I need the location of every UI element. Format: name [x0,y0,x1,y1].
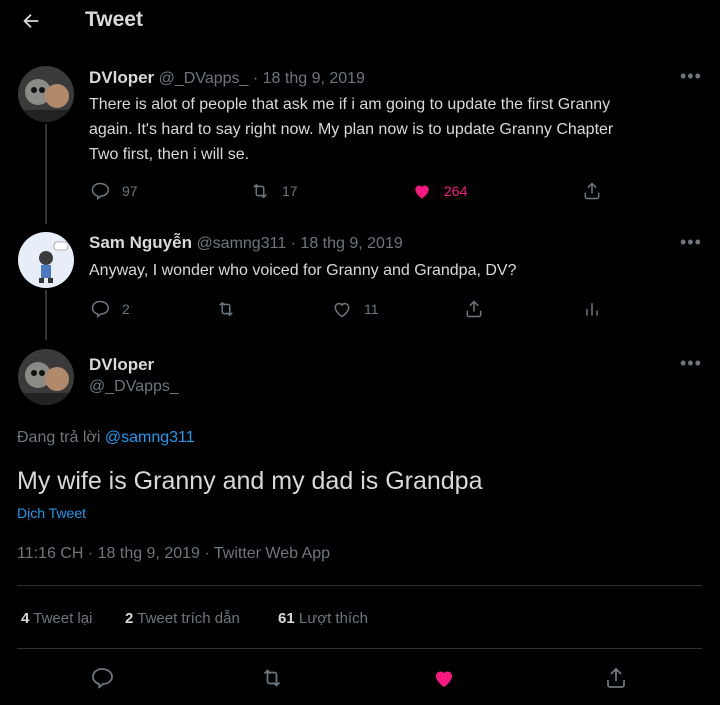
like-button[interactable] [432,666,456,695]
share-button[interactable] [582,181,602,201]
heart-filled-icon [436,671,452,687]
page-title: Tweet [85,8,143,31]
divider [17,585,702,586]
analytics-button[interactable] [582,299,602,319]
reply-icon [91,182,110,201]
reply-button[interactable]: 97 [90,181,138,201]
reply-icon [91,300,110,319]
author-name[interactable]: Sam Nguyễn [89,233,192,252]
author-handle[interactable]: @_DVapps_ [89,378,179,396]
analytics-icon [586,303,598,316]
reply-icon [92,668,113,689]
retweet-button[interactable] [216,299,236,319]
share-button[interactable] [464,299,484,319]
avatar[interactable] [18,66,74,122]
quotes-stat[interactable]: 2 Tweet trích dẫn [125,610,240,627]
more-options-icon[interactable]: ••• [680,353,702,374]
heart-filled-icon [415,185,429,199]
tweet-text: There is alot of people that ask me if i… [89,96,614,163]
retweet-icon [263,669,281,687]
like-button[interactable]: 264 [412,181,467,201]
handle-date[interactable]: @samng311 · 18 thg 9, 2019 [196,235,402,252]
share-icon [584,182,600,200]
divider [17,648,702,649]
retweet-icon [253,183,267,199]
avatar[interactable] [18,349,74,405]
back-arrow-icon[interactable] [20,10,42,32]
heart-icon [334,302,350,318]
retweets-stat[interactable]: 4 Tweet lại [21,610,92,627]
author-name[interactable]: DVloper [89,355,154,375]
handle-date[interactable]: @_DVapps_ · 18 thg 9, 2019 [159,70,365,87]
replying-to: Đang trả lời @samng311 [17,429,195,446]
reply-button[interactable] [90,666,114,695]
share-icon [607,667,625,688]
retweet-button[interactable]: 17 [250,181,298,201]
more-options-icon[interactable]: ••• [680,66,702,87]
share-button[interactable] [604,666,628,695]
thread-line [45,124,47,224]
likes-stat[interactable]: 61 Lượt thích [278,610,368,627]
thread-line [45,290,47,340]
more-options-icon[interactable]: ••• [680,232,702,253]
timestamp[interactable]: 11:16 CH · 18 thg 9, 2019 · Twitter Web … [17,545,330,563]
like-button[interactable]: 11 [332,299,379,319]
retweet-icon [219,301,233,317]
avatar[interactable] [18,232,74,288]
reply-button[interactable]: 2 [90,299,130,319]
translate-link[interactable]: Dịch Tweet [17,505,86,521]
main-tweet-text: My wife is Granny and my dad is Grandpa [17,467,483,495]
author-name[interactable]: DVloper [89,68,154,87]
share-icon [466,300,482,318]
replying-to-link[interactable]: @samng311 [105,429,195,446]
tweet-text: Anyway, I wonder who voiced for Granny a… [89,262,517,279]
retweet-button[interactable] [260,666,284,695]
